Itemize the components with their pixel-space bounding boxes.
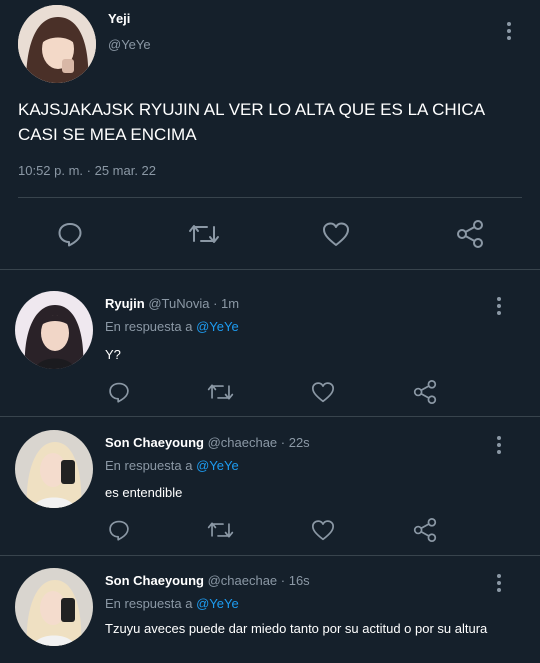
retweet-icon[interactable]	[206, 381, 235, 403]
like-icon[interactable]	[311, 381, 335, 403]
avatar[interactable]	[15, 430, 93, 508]
reply-icon[interactable]	[57, 221, 83, 247]
reply-text: Tzuyu aveces puede dar miedo tanto por s…	[105, 621, 488, 636]
tweet-time: · 1m	[213, 296, 240, 311]
share-icon[interactable]	[413, 518, 437, 542]
author-handle[interactable]: @chaechae	[208, 573, 278, 588]
reply-to-link[interactable]: @YeYe	[196, 458, 239, 473]
author-handle[interactable]: @TuNovia	[148, 296, 209, 311]
divider	[18, 197, 522, 198]
reply-prefix: En respuesta a	[105, 319, 193, 334]
reply-header: Ryujin @TuNovia · 1m	[105, 296, 239, 311]
reply-to-link[interactable]: @YeYe	[196, 596, 239, 611]
share-icon[interactable]	[413, 380, 437, 404]
reply-context: En respuesta a @YeYe	[105, 319, 239, 334]
reply-text: Y?	[105, 347, 121, 362]
reply-tweet[interactable]: Son Chaeyoung @chaechae · 22s En respues…	[0, 417, 540, 556]
author-name[interactable]: Yeji	[108, 11, 130, 26]
author-handle[interactable]: @YeYe	[108, 37, 151, 52]
reply-header: Son Chaeyoung @chaechae · 22s	[105, 435, 310, 450]
reply-context: En respuesta a @YeYe	[105, 596, 239, 611]
retweet-icon[interactable]	[206, 519, 235, 541]
tweet-time: · 22s	[280, 435, 310, 450]
avatar[interactable]	[18, 5, 96, 83]
avatar[interactable]	[15, 568, 93, 646]
reply-icon[interactable]	[108, 381, 130, 403]
reply-tweet[interactable]: Son Chaeyoung @chaechae · 16s En respues…	[0, 556, 540, 663]
retweet-icon[interactable]	[187, 221, 221, 247]
avatar[interactable]	[15, 291, 93, 369]
reply-prefix: En respuesta a	[105, 596, 193, 611]
more-options-icon[interactable]	[496, 297, 502, 315]
reply-icon[interactable]	[108, 519, 130, 541]
reply-text: es entendible	[105, 485, 183, 500]
like-icon[interactable]	[311, 519, 335, 541]
author-name[interactable]: Son Chaeyoung	[105, 435, 204, 450]
more-options-icon[interactable]	[496, 574, 502, 592]
more-options-icon[interactable]	[506, 22, 512, 40]
author-name[interactable]: Son Chaeyoung	[105, 573, 204, 588]
reply-prefix: En respuesta a	[105, 458, 193, 473]
like-icon[interactable]	[322, 221, 350, 247]
tweet-text: KAJSJAKAJSK RYUJIN AL VER LO ALTA QUE ES…	[18, 100, 485, 144]
reply-to-link[interactable]: @YeYe	[196, 319, 239, 334]
reply-context: En respuesta a @YeYe	[105, 458, 239, 473]
share-icon[interactable]	[456, 220, 484, 248]
main-tweet: Yeji @YeYe KAJSJAKAJSK RYUJIN AL VER LO …	[0, 0, 540, 270]
more-options-icon[interactable]	[496, 436, 502, 454]
tweet-time: · 16s	[280, 573, 310, 588]
reply-header: Son Chaeyoung @chaechae · 16s	[105, 573, 310, 588]
reply-tweet[interactable]: Ryujin @TuNovia · 1m En respuesta a @YeY…	[0, 270, 540, 417]
tweet-timestamp: 10:52 p. m. · 25 mar. 22	[18, 163, 157, 178]
author-name[interactable]: Ryujin	[105, 296, 145, 311]
author-handle[interactable]: @chaechae	[208, 435, 278, 450]
